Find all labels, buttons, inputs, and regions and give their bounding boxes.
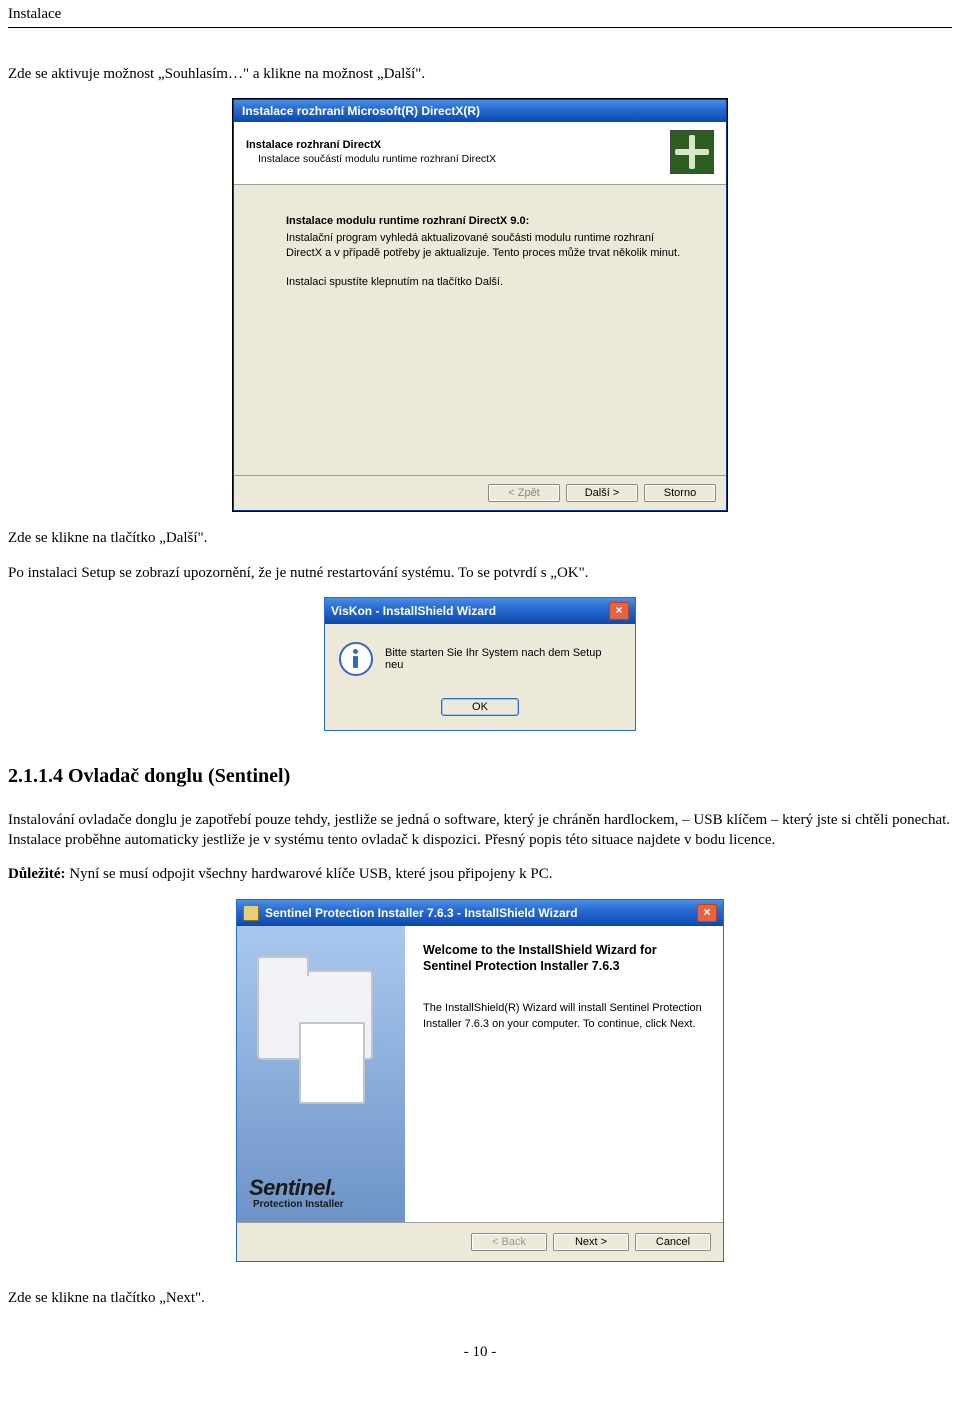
sentinel-welcome-body: The InstallShield(R) Wizard will install… [423, 1001, 705, 1032]
viskon-titlebar-text: VisKon - InstallShield Wizard [331, 604, 496, 618]
sentinel-logo: Sentinel. [249, 1175, 344, 1201]
document-icon [299, 1022, 365, 1104]
directx-body-title: Instalace modulu runtime rozhraní Direct… [286, 215, 686, 227]
paragraph-5-rest: Nyní se musí odpojit všechny hardwarové … [65, 866, 552, 882]
sentinel-titlebar-text: Sentinel Protection Installer 7.6.3 - In… [265, 906, 578, 920]
directx-header-subtitle: Instalace součástí modulu runtime rozhra… [258, 153, 496, 165]
paragraph-4: Instalování ovladače donglu je zapotřebí… [8, 810, 952, 851]
directx-titlebar: Instalace rozhraní Microsoft(R) DirectX(… [234, 100, 726, 122]
sentinel-back-button[interactable]: < Back [471, 1233, 547, 1251]
paragraph-6: Zde se klikne na tlačítko „Next". [8, 1288, 952, 1308]
close-icon[interactable]: × [609, 602, 629, 620]
page-number: - 10 - [8, 1344, 952, 1361]
info-icon [339, 642, 373, 676]
page-header: Instalace [8, 6, 952, 27]
close-icon[interactable]: × [697, 904, 717, 922]
paragraph-5: Důležité: Nyní se musí odpojit všechny h… [8, 864, 952, 884]
paragraph-2: Zde se klikne na tlačítko „Další". [8, 528, 952, 548]
directx-body-text-2: Instalaci spustíte klepnutím na tlačítko… [286, 275, 686, 290]
sentinel-cancel-button[interactable]: Cancel [635, 1233, 711, 1251]
directx-cancel-button[interactable]: Storno [644, 484, 716, 502]
directx-header-title: Instalace rozhraní DirectX [246, 139, 496, 151]
sentinel-next-button[interactable]: Next > [553, 1233, 629, 1251]
paragraph-5-bold: Důležité: [8, 866, 65, 882]
viskon-ok-button[interactable]: OK [441, 698, 519, 716]
header-rule [8, 27, 952, 28]
directx-next-button[interactable]: Další > [566, 484, 638, 502]
installer-icon [243, 905, 259, 921]
viskon-dialog: VisKon - InstallShield Wizard × Bitte st… [324, 597, 636, 731]
directx-body-text-1: Instalační program vyhledá aktualizované… [286, 231, 686, 261]
sentinel-logo-sub: Protection Installer [253, 1199, 344, 1210]
sentinel-welcome-title: Welcome to the InstallShield Wizard for … [423, 942, 705, 976]
sentinel-wizard-window: Sentinel Protection Installer 7.6.3 - In… [236, 899, 724, 1262]
section-heading: 2.1.1.4 Ovladač donglu (Sentinel) [8, 765, 952, 788]
sentinel-banner: Sentinel. Protection Installer [237, 926, 405, 1222]
paragraph-3: Po instalaci Setup se zobrazí upozornění… [8, 563, 952, 583]
directx-wizard-window: Instalace rozhraní Microsoft(R) DirectX(… [233, 99, 727, 511]
directx-icon [670, 130, 714, 174]
viskon-message: Bitte starten Sie Ihr System nach dem Se… [385, 647, 621, 671]
directx-back-button[interactable]: < Zpět [488, 484, 560, 502]
paragraph-1: Zde se aktivuje možnost „Souhlasím…" a k… [8, 64, 952, 84]
